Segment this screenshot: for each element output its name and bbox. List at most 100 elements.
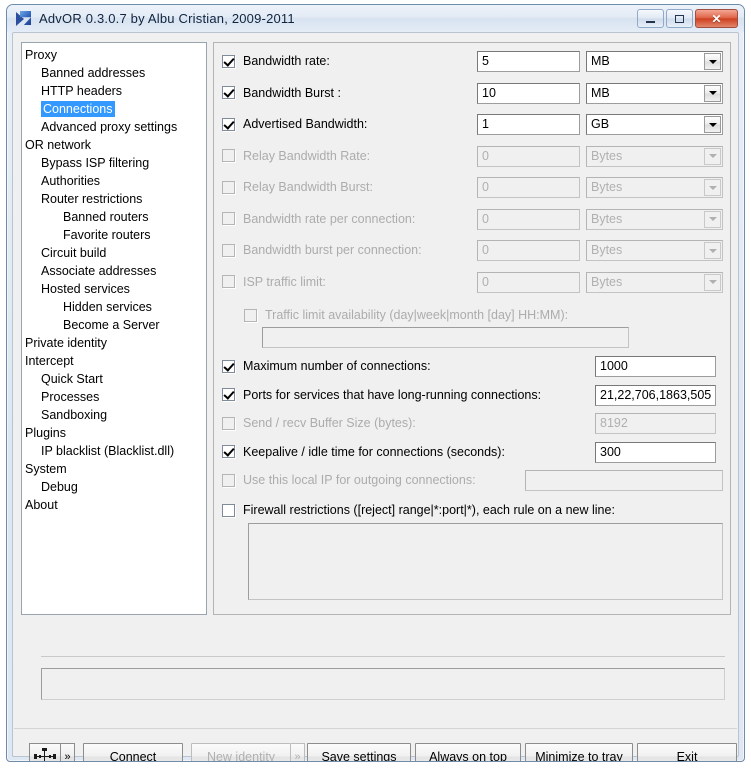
bandwidth-rate-unit-select[interactable]: MB [586,51,723,72]
sidebar-item-advanced-proxy-settings[interactable]: Advanced proxy settings [22,118,206,136]
keepalive-idle-time-for-connections-second-input[interactable]: 300 [595,441,716,463]
always-on-top-button[interactable]: Always on top [415,743,521,761]
firewall-restrictions-checkbox[interactable] [222,503,235,517]
toolbar-divider [14,728,737,729]
relay-bandwidth-rate-checkbox[interactable] [222,149,235,162]
sidebar-item-about[interactable]: About [22,496,206,514]
sidebar-item-authorities[interactable]: Authorities [22,172,206,190]
relay-bandwidth-rate-label: Relay Bandwidth Rate: [243,148,371,163]
save-settings-button[interactable]: Save settings [307,743,411,761]
sidebar-item-processes[interactable]: Processes [22,388,206,406]
advertised-bandwidth-label: Advertised Bandwidth: [243,117,368,131]
chevron-down-icon[interactable] [704,210,721,228]
sidebar-item-circuit-build[interactable]: Circuit build [22,244,206,262]
chevron-down-icon[interactable] [704,242,721,259]
sidebar-item-banned-routers[interactable]: Banned routers [22,208,206,226]
chevron-down-icon[interactable] [704,116,721,133]
sidebar-item-plugins[interactable]: Plugins [22,424,206,442]
bandwidth-burst-per-connection-checkbox[interactable] [222,243,235,257]
bandwidth-rate-per-connection-checkbox[interactable] [222,212,235,225]
minimize-button[interactable] [637,9,664,28]
advertised-bandwidth-value-input[interactable]: 1 [477,114,580,135]
sidebar-item-label: HTTP headers [41,84,123,98]
sidebar-item-bypass-isp-filtering[interactable]: Bypass ISP filtering [22,154,206,172]
minimize-icon [646,20,655,23]
sidebar-item-quick-start[interactable]: Quick Start [22,370,206,388]
send-recv-buffer-size-bytes-checkbox[interactable] [222,416,235,430]
exit-button[interactable]: Exit [637,743,737,761]
advertised-bandwidth-checkbox[interactable] [222,117,235,131]
sidebar-item-hosted-services[interactable]: Hosted services [22,280,206,298]
isp-traffic-limit-checkbox[interactable] [222,275,235,288]
sidebar-item-banned-addresses[interactable]: Banned addresses [22,64,206,82]
bandwidth-burst-value-input[interactable]: 10 [477,82,580,104]
sidebar-item-label: Advanced proxy settings [41,120,178,134]
sidebar-item-debug[interactable]: Debug [22,478,206,496]
sidebar-item-sandboxing[interactable]: Sandboxing [22,406,206,424]
relay-bandwidth-burst-checkbox[interactable] [222,180,235,194]
sidebar-item-label: Connections [41,101,115,117]
chevron-down-icon[interactable] [704,84,721,102]
relay-bandwidth-rate-value-input[interactable]: 0 [477,145,580,167]
settings-tree[interactable]: Proxy Banned addresses HTTP headers Connect… [21,42,207,615]
close-button[interactable]: ✕ [695,9,738,28]
chevron-down-icon[interactable] [704,273,721,291]
connections-settings-panel: Bandwidth rate: 5 MB Bandwidth Burst :10 MB A… [213,42,731,615]
isp-traffic-limit-unit-select[interactable]: Bytes [586,271,723,293]
status-log-box[interactable] [41,668,725,700]
bandwidth-rate-value-input[interactable]: 5 [477,51,580,72]
bandwidth-rate-per-connection-value-input[interactable]: 0 [477,208,580,230]
sidebar-item-router-restrictions[interactable]: Router restrictions [22,190,206,208]
sidebar-item-associate-addresses[interactable]: Associate addresses [22,262,206,280]
bandwidth-burst-unit-value: MB [591,85,610,100]
bandwidth-burst-per-connection-unit-select[interactable]: Bytes [586,240,723,261]
use-local-ip-checkbox[interactable] [222,473,235,487]
network-map-dropdown[interactable]: » [61,743,75,761]
maximum-number-of-connections-input[interactable]: 1000 [595,356,716,377]
sidebar-item-favorite-routers[interactable]: Favorite routers [22,226,206,244]
maximum-number-of-connections-row: Maximum number of connections: [222,355,431,377]
send-recv-buffer-size-bytes-input[interactable]: 8192 [595,413,716,434]
sidebar-item-system[interactable]: System [22,460,206,478]
bandwidth-rate-checkbox[interactable] [222,54,235,68]
sidebar-item-private-identity[interactable]: Private identity [22,334,206,352]
connect-button[interactable]: Connect [83,743,183,761]
minimize-to-tray-button[interactable]: Minimize to tray [525,743,633,761]
ports-for-services-that-have-long-running--checkbox[interactable] [222,388,235,401]
relay-bandwidth-rate-unit-select[interactable]: Bytes [586,145,723,167]
bandwidth-burst-checkbox[interactable] [222,86,235,99]
sidebar-item-or-network[interactable]: OR network [22,136,206,154]
sidebar-item-http-headers[interactable]: HTTP headers [22,82,206,100]
ports-for-services-that-have-long-running--input[interactable]: 21,22,706,1863,505 [595,384,716,406]
new-identity-button: New identity [191,743,291,761]
chevron-down-icon[interactable] [704,147,721,165]
use-local-ip-input[interactable] [525,470,723,491]
sidebar-item-label: Hidden services [63,300,152,314]
network-map-button[interactable] [29,743,61,761]
client-area: Proxy Banned addresses HTTP headers Connect… [12,32,739,761]
relay-bandwidth-burst-value-input[interactable]: 0 [477,177,580,198]
sidebar-item-become-a-server[interactable]: Become a Server [22,316,206,334]
sidebar-item-hidden-services[interactable]: Hidden services [22,298,206,316]
sidebar-item-intercept[interactable]: Intercept [22,352,206,370]
traffic-limit-availability-input[interactable] [262,327,629,348]
maximum-number-of-connections-checkbox[interactable] [222,359,235,373]
firewall-restrictions-textarea[interactable] [248,523,723,600]
bandwidth-rate-per-connection-unit-select[interactable]: Bytes [586,208,723,230]
traffic-limit-availability-checkbox[interactable] [244,308,257,322]
chevron-down-icon[interactable] [704,53,721,70]
maximum-number-of-connections-label: Maximum number of connections: [243,359,431,373]
relay-bandwidth-burst-unit-select[interactable]: Bytes [586,177,723,198]
bandwidth-burst-per-connection-value-input[interactable]: 0 [477,240,580,261]
chevron-down-icon[interactable] [704,179,721,196]
new-identity-dropdown[interactable]: » [291,743,305,761]
sidebar-item-ip-blacklist-blacklist-dll[interactable]: IP blacklist (Blacklist.dll) [22,442,206,460]
maximize-button[interactable] [666,9,693,28]
sidebar-item-connections[interactable]: Connections [22,100,206,118]
advertised-bandwidth-unit-select[interactable]: GB [586,114,723,135]
window-controls: ✕ [637,9,738,28]
bandwidth-burst-unit-select[interactable]: MB [586,82,723,104]
isp-traffic-limit-value-input[interactable]: 0 [477,271,580,293]
keepalive-idle-time-for-connections-second-checkbox[interactable] [222,445,235,458]
sidebar-item-proxy[interactable]: Proxy [22,46,206,64]
